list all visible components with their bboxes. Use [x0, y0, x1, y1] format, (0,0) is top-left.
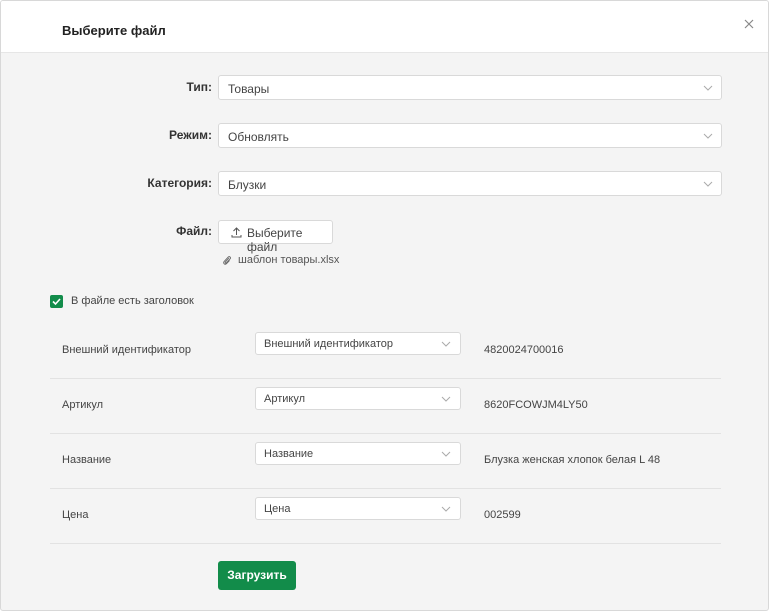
template-file-name: шаблон товары.xlsx — [238, 254, 340, 266]
chevron-down-icon — [441, 396, 451, 402]
mapping-row: Внешний идентификатор Внешний идентифика… — [50, 324, 721, 379]
mode-label: Режим: — [169, 128, 212, 142]
mapping-column-value: Цена — [264, 503, 291, 515]
mapping-field-label: Внешний идентификатор — [62, 344, 191, 356]
mapping-sample-value: Блузка женская хлопок белая L 48 — [484, 454, 661, 466]
mapping-field-label: Цена — [62, 509, 89, 521]
file-label: Файл: — [176, 224, 212, 238]
mapping-field-label: Название — [62, 454, 112, 466]
close-icon — [744, 19, 754, 29]
category-row: Категория: Блузки — [1, 171, 768, 197]
file-row: Файл: — [1, 219, 768, 245]
category-select[interactable]: Блузки — [218, 171, 722, 196]
chevron-down-icon — [441, 341, 451, 347]
choose-file-label: Выберите файл — [247, 226, 303, 254]
chevron-down-icon — [703, 133, 713, 139]
type-select[interactable]: Товары — [218, 75, 722, 100]
chevron-down-icon — [441, 451, 451, 457]
mapping-sample-value: 4820024700016 — [484, 344, 564, 356]
mapping-row: Артикул Артикул 8620FCOWJM4LY50 — [50, 379, 721, 434]
has-header-label: В файле есть заголовок — [71, 295, 194, 307]
dialog-title: Выберите файл — [62, 23, 166, 38]
has-header-checkbox-row[interactable]: В файле есть заголовок — [50, 295, 250, 309]
choose-file-button[interactable]: Выберите файл — [218, 220, 333, 254]
mapping-column-value: Артикул — [264, 393, 306, 405]
category-label: Категория: — [147, 176, 212, 190]
mapping-sample-value: 8620FCOWJM4LY50 — [484, 399, 588, 411]
mapping-column-select[interactable]: Внешний идентификатор — [255, 332, 461, 355]
close-button[interactable] — [739, 14, 759, 34]
mapping-field-label: Артикул — [62, 399, 104, 411]
chevron-down-icon — [703, 181, 713, 187]
dialog-header: Выберите файл — [1, 1, 768, 53]
type-label: Тип: — [186, 80, 213, 94]
mapping-column-value: Название — [264, 448, 314, 460]
upload-icon — [231, 227, 242, 238]
mapping-row: Название Название Блузка женская хлопок … — [50, 434, 721, 489]
mode-select[interactable]: Обновлять — [218, 123, 722, 148]
upload-button[interactable]: Загрузить — [218, 561, 296, 590]
mapping-column-select[interactable]: Название — [255, 442, 461, 465]
file-import-dialog: Выберите файл Тип: Товары Режим: Обновля… — [0, 0, 769, 611]
mode-row: Режим: Обновлять — [1, 123, 768, 149]
mapping-column-select[interactable]: Цена — [255, 497, 461, 520]
chevron-down-icon — [441, 506, 451, 512]
mapping-column-value: Внешний идентификатор — [264, 338, 393, 350]
has-header-checkbox[interactable] — [50, 295, 63, 308]
check-icon — [52, 298, 61, 306]
paperclip-icon — [223, 256, 231, 265]
mapping-sample-value: 002599 — [484, 509, 521, 521]
chevron-down-icon — [703, 85, 713, 91]
mode-select-value: Обновлять — [228, 130, 289, 144]
type-select-value: Товары — [228, 82, 270, 96]
mapping-row: Цена Цена 002599 — [50, 489, 721, 544]
type-row: Тип: Товары — [1, 75, 768, 101]
mapping-column-select[interactable]: Артикул — [255, 387, 461, 410]
category-select-value: Блузки — [228, 178, 267, 192]
